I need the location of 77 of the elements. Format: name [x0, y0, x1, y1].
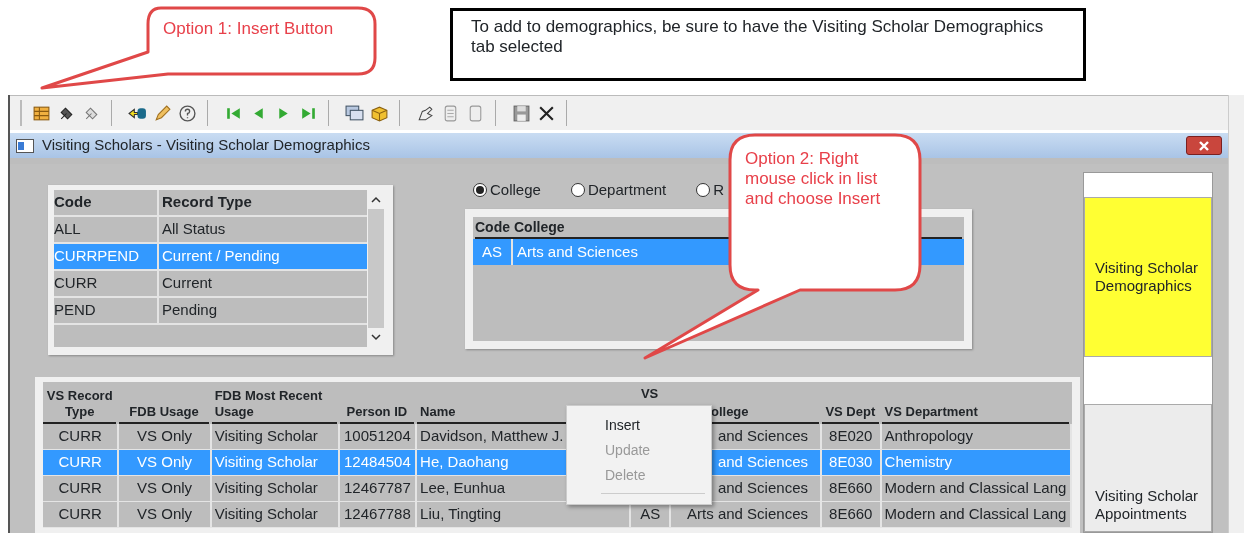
table-cell-text: Anthropology: [884, 426, 973, 447]
callout-text: Option 2: Right mouse click in list and choose Insert: [745, 149, 882, 209]
save-icon[interactable]: [512, 103, 531, 123]
close-button[interactable]: [1186, 136, 1223, 155]
record-type: Current: [161, 273, 213, 294]
table-cell-text: He, Daohang: [420, 452, 509, 473]
pencil-icon[interactable]: [153, 103, 172, 123]
annotation-note: To add to demographics, be sure to have the Visiting Scholar Demographics tab selected: [450, 8, 1086, 81]
table-cell-text: 8E660: [829, 504, 873, 525]
radio-label[interactable]: R: [713, 178, 725, 202]
table-cell-text: Visiting Scholar: [214, 478, 318, 499]
record-type: Current / Pending: [161, 246, 280, 267]
radio-button[interactable]: [570, 183, 585, 197]
table-cell-text: 8E030: [829, 452, 873, 473]
table-cell-text: Chemistry: [884, 452, 953, 473]
table-cell-text: and Sciences: [717, 478, 808, 499]
column-header: VS Record Type: [43, 388, 117, 424]
radio-button[interactable]: [473, 183, 487, 197]
record-code: ALL: [54, 219, 81, 240]
college-code: AS: [482, 241, 502, 262]
table-cell-text: AS: [640, 504, 661, 525]
table-cell-text: 8E020: [829, 426, 873, 447]
table-cell-text: 8E660: [829, 478, 873, 499]
table-cell-text: VS Only: [137, 504, 193, 525]
table-cell-text: Modern and Classical Lang: [884, 478, 1067, 499]
tab[interactable]: Visiting Scholar Appointments: [1084, 404, 1212, 532]
record-code: PEND: [54, 300, 96, 321]
window-icon: [16, 138, 34, 153]
table-cell-text: Visiting Scholar: [214, 452, 318, 473]
scroll-bar[interactable]: [1228, 95, 1244, 533]
table-cell-text: 12467787: [344, 478, 411, 499]
window-title: Visiting Scholars - Visiting Scholar Demographics: [42, 135, 370, 156]
column-header: VS Dept: [822, 404, 879, 424]
record-code: CURR: [54, 273, 98, 294]
table-cell-text: and Sciences: [717, 452, 808, 473]
help-icon[interactable]: [178, 103, 197, 123]
record-type: All Status: [161, 219, 226, 240]
callout-text: Option 1: Insert Button: [163, 19, 335, 39]
radio-button[interactable]: [696, 183, 711, 197]
table-cell-text: CURR: [58, 504, 102, 525]
column-header: Record Type: [161, 192, 252, 213]
table-cell-text: 12484504: [344, 452, 411, 473]
college-name: Arts and Sciences: [516, 241, 638, 262]
box-icon[interactable]: [370, 103, 389, 123]
table-cell-text: Liu, Tingting: [420, 504, 501, 525]
table-cell-text: Visiting Scholar: [214, 426, 318, 447]
column-header: Person ID: [339, 404, 415, 424]
column-header: FDB Most Recent Usage: [211, 388, 337, 424]
table-cell-text: VS Only: [137, 478, 193, 499]
table-cell-text: Visiting Scholar: [214, 504, 318, 525]
record-type: Pending: [161, 300, 218, 321]
tab[interactable]: Visiting Scholar Demographics: [1084, 197, 1212, 357]
scroll-up-icon[interactable]: [371, 196, 381, 203]
list-row[interactable]: PEND Pending: [54, 298, 367, 325]
table-cell-text: Modern and Classical Lang: [884, 504, 1067, 525]
table-cell-text: VS Only: [137, 452, 193, 473]
column-header: VS Department: [881, 404, 1069, 424]
column-header: FDB Usage: [119, 404, 209, 424]
table-cell-text: Davidson, Matthew J.: [420, 426, 564, 447]
table-cell-text: 12467788: [344, 504, 411, 525]
table-cell-text: and Sciences: [717, 426, 808, 447]
table-cell-text: CURR: [58, 452, 102, 473]
column-header: College: [513, 217, 565, 237]
table-cell-text: Arts and Sciences: [687, 504, 808, 525]
column-header: Code: [54, 192, 92, 213]
table-cell-text: VS Only: [137, 426, 193, 447]
table-cell-text: CURR: [58, 478, 102, 499]
record-code: CURRPEND: [54, 246, 139, 267]
radio-label[interactable]: Department: [587, 178, 667, 202]
table-cell-text: Lee, Eunhua: [420, 478, 506, 499]
windows-icon[interactable]: [345, 103, 364, 123]
table-cell-text: 10051204: [344, 426, 411, 447]
table-cell-text: CURR: [58, 426, 102, 447]
list-row[interactable]: CURR Current: [54, 271, 367, 298]
column-header: Code: [475, 217, 510, 237]
radio-label[interactable]: College: [490, 178, 541, 202]
scroll-down-icon[interactable]: [371, 334, 381, 341]
